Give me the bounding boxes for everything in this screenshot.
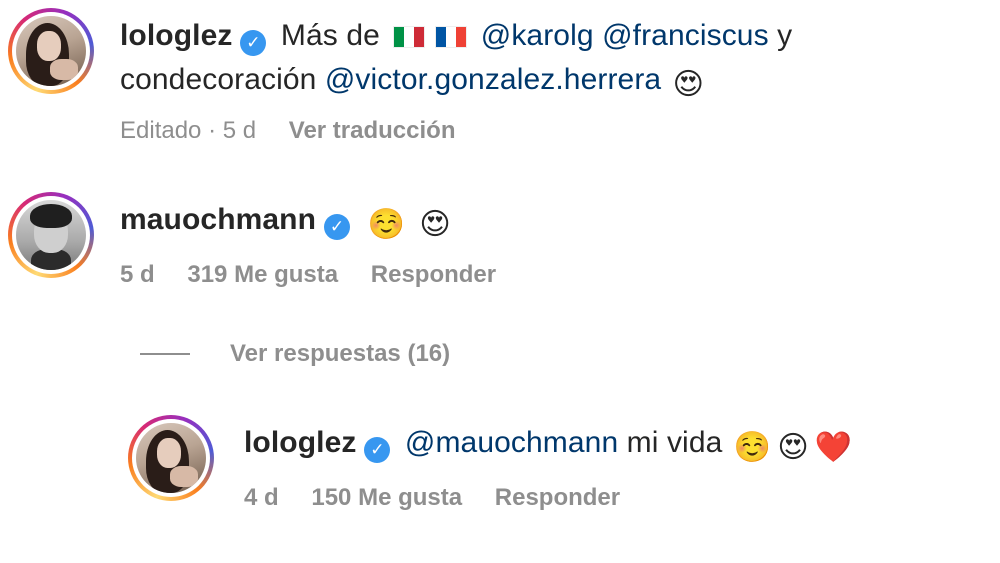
comment-line-2: condecoración @victor.gonzalez.herrera 😍 xyxy=(120,58,792,107)
smiling-emoji-icon: ☺️ xyxy=(733,431,772,464)
reply-body: lologlez ✓ @mauochmann mi vida ☺️ 😍 ❤️ 4 d … xyxy=(244,415,855,512)
avatar-arm xyxy=(169,466,198,488)
avatar-lologlez[interactable] xyxy=(16,16,86,86)
avatar-story-ring[interactable] xyxy=(128,415,214,501)
comment-body: lologlez ✓ Más de @karolg @franciscus y c… xyxy=(120,8,792,145)
avatar-frame xyxy=(12,196,90,274)
comment-line-1: mauochmann ✓ ☺️ 😍 xyxy=(120,198,522,247)
see-translation-button[interactable]: Ver traducción xyxy=(289,117,456,144)
mention-victor-gonzalez-herrera[interactable]: @victor.gonzalez.herrera xyxy=(325,63,661,96)
avatar-face xyxy=(157,438,181,468)
comment-text: Más de xyxy=(280,19,380,52)
flag-france-icon xyxy=(435,26,468,48)
verified-badge-icon: ✓ xyxy=(364,437,391,463)
verified-badge-icon: ✓ xyxy=(240,30,267,56)
avatar-mauochmann[interactable] xyxy=(16,200,86,270)
avatar-face xyxy=(37,31,61,61)
verified-badge-icon: ✓ xyxy=(324,214,351,240)
comment-text: condecoración xyxy=(120,63,317,96)
red-heart-emoji-icon: ❤️ xyxy=(814,431,853,464)
mention-karolg[interactable]: @karolg xyxy=(481,19,594,52)
avatar-hair xyxy=(30,204,72,228)
reply-button[interactable]: Responder xyxy=(495,484,620,511)
comment-meta: Editado · 5 d Ver traducción xyxy=(120,117,792,145)
divider-line xyxy=(140,353,190,355)
mention-mauochmann[interactable]: @mauochmann xyxy=(405,426,618,459)
flag-italy-icon xyxy=(393,26,426,48)
comment-lologlez: lologlez ✓ Más de @karolg @franciscus y c… xyxy=(8,8,792,145)
username[interactable]: mauochmann xyxy=(120,203,316,236)
view-replies-label: Ver respuestas (16) xyxy=(230,340,451,367)
heart-eyes-emoji-icon: 😍 xyxy=(672,68,705,101)
reply-line-1: lologlez ✓ @mauochmann mi vida ☺️ 😍 ❤️ xyxy=(244,421,855,470)
timestamp: 4 d xyxy=(244,484,279,511)
timestamp: 5 d xyxy=(120,261,155,288)
avatar-arm xyxy=(49,59,78,81)
reply-button[interactable]: Responder xyxy=(371,261,496,288)
reply-meta: 4 d 150 Me gusta Responder xyxy=(244,484,855,512)
avatar-frame xyxy=(12,12,90,90)
username[interactable]: lologlez xyxy=(244,426,356,459)
view-replies-button[interactable]: Ver respuestas (16) xyxy=(140,340,450,368)
edited-timestamp: Editado · 5 d xyxy=(120,117,257,144)
comment-body: mauochmann ✓ ☺️ 😍 5 d 319 Me gusta Respon… xyxy=(120,192,522,289)
comment-line-1: lologlez ✓ Más de @karolg @franciscus y xyxy=(120,14,792,58)
likes-count[interactable]: 319 Me gusta xyxy=(187,261,338,288)
reply-text: mi vida xyxy=(626,426,723,459)
username[interactable]: lologlez xyxy=(120,19,232,52)
heart-eyes-emoji-icon: 😍 xyxy=(419,208,451,241)
avatar-frame xyxy=(132,419,210,497)
comment-text-conjunction: y xyxy=(777,19,793,52)
smiling-emoji-icon: ☺️ xyxy=(367,208,405,241)
heart-eyes-emoji-icon: 😍 xyxy=(777,431,809,464)
likes-count[interactable]: 150 Me gusta xyxy=(311,484,462,511)
avatar-lologlez[interactable] xyxy=(136,423,206,493)
reply-lologlez: lologlez ✓ @mauochmann mi vida ☺️ 😍 ❤️ 4 d … xyxy=(128,415,855,512)
comment-meta: 5 d 319 Me gusta Responder xyxy=(120,261,522,289)
avatar-story-ring[interactable] xyxy=(8,192,94,278)
comment-mauochmann: mauochmann ✓ ☺️ 😍 5 d 319 Me gusta Respon… xyxy=(8,192,522,289)
mention-franciscus[interactable]: @franciscus xyxy=(602,19,769,52)
avatar-story-ring[interactable] xyxy=(8,8,94,94)
